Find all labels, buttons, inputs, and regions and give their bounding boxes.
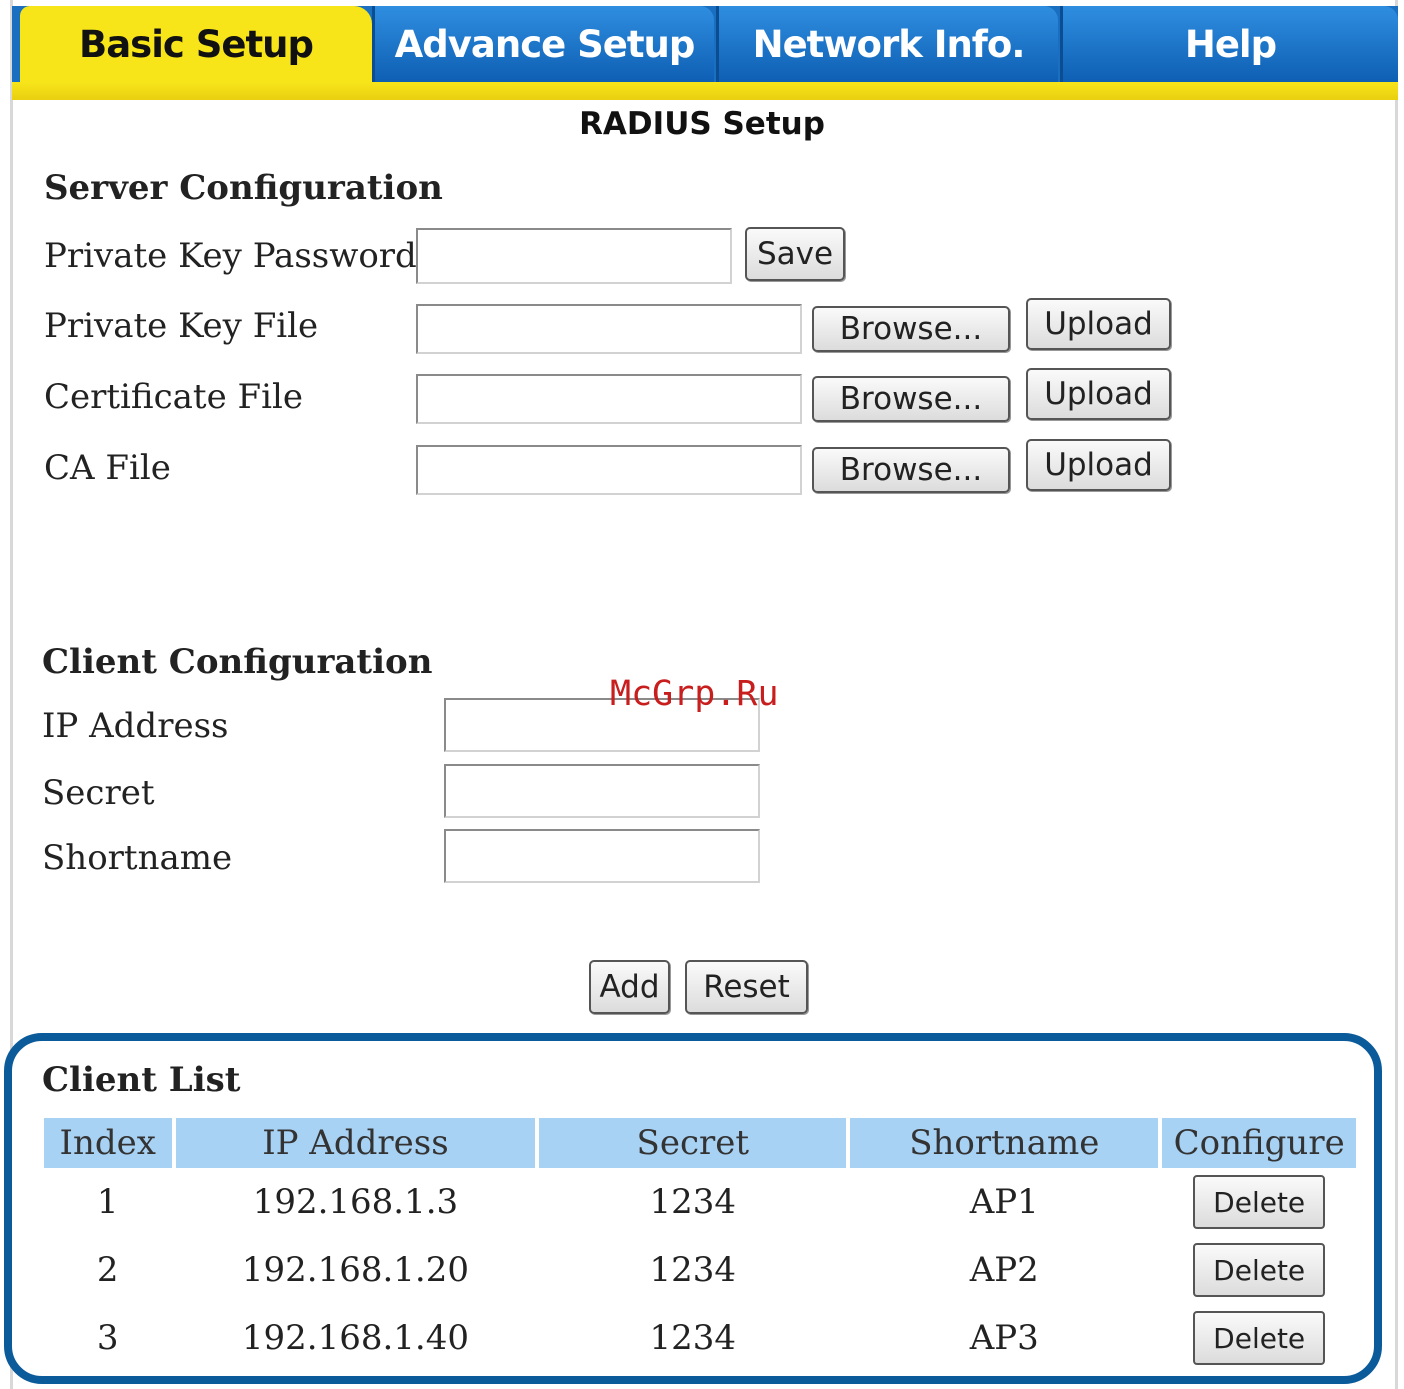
private-key-browse-button[interactable]: Browse... — [812, 306, 1010, 352]
cell-index: 3 — [96, 1318, 119, 1358]
cell-configure: Delete — [1162, 1168, 1356, 1236]
table-row: 1 192.168.1.3 1234 AP1 Delete — [44, 1168, 1356, 1236]
server-config-title: Server Configuration — [44, 168, 443, 208]
cell-secret: 1234 — [649, 1318, 737, 1358]
cell-shortname: AP3 — [969, 1318, 1039, 1358]
certificate-upload-button[interactable]: Upload — [1026, 368, 1171, 420]
client-ip-label: IP Address — [42, 706, 229, 746]
save-button[interactable]: Save — [745, 227, 845, 281]
tab-basic-setup[interactable]: Basic Setup — [20, 6, 372, 82]
add-button[interactable]: Add — [589, 960, 670, 1014]
watermark-text: McGrp.Ru — [610, 674, 779, 714]
cell-ip: 192.168.1.3 — [252, 1182, 459, 1222]
ca-file-label: CA File — [44, 448, 171, 488]
cell-shortname: AP2 — [969, 1250, 1039, 1290]
client-secret-label: Secret — [42, 773, 155, 813]
cell-configure: Delete — [1162, 1304, 1356, 1372]
column-header-shortname: Shortname — [850, 1118, 1159, 1168]
tab-bar: Basic Setup Advance Setup Network Info. … — [12, 6, 1398, 82]
tab-network-info[interactable]: Network Info. — [716, 6, 1058, 82]
cell-shortname: AP1 — [969, 1182, 1039, 1222]
cell-index: 2 — [96, 1250, 119, 1290]
certificate-browse-button[interactable]: Browse... — [812, 376, 1010, 422]
certificate-file-field[interactable] — [416, 374, 802, 424]
table-row: 3 192.168.1.40 1234 AP3 Delete — [44, 1304, 1356, 1372]
tab-help[interactable]: Help — [1060, 6, 1398, 82]
tab-underline — [12, 82, 1398, 100]
client-list-title: Client List — [42, 1060, 241, 1100]
private-key-file-label: Private Key File — [44, 306, 319, 346]
ca-file-field[interactable] — [416, 445, 802, 495]
reset-button[interactable]: Reset — [685, 960, 808, 1014]
certificate-file-label: Certificate File — [44, 377, 303, 417]
delete-button[interactable]: Delete — [1193, 1311, 1326, 1365]
private-key-upload-button[interactable]: Upload — [1026, 298, 1171, 350]
cell-ip: 192.168.1.20 — [241, 1250, 469, 1290]
cell-secret: 1234 — [649, 1250, 737, 1290]
column-header-configure: Configure — [1162, 1118, 1356, 1168]
client-secret-input[interactable] — [444, 764, 760, 818]
private-key-password-input[interactable] — [416, 228, 732, 284]
column-header-ip: IP Address — [175, 1118, 536, 1168]
cell-configure: Delete — [1162, 1236, 1356, 1304]
private-key-file-field[interactable] — [416, 304, 802, 354]
table-header-row: Index IP Address Secret Shortname Config… — [44, 1118, 1356, 1168]
tab-advance-setup[interactable]: Advance Setup — [372, 6, 714, 82]
cell-ip: 192.168.1.40 — [241, 1318, 469, 1358]
page-title: RADIUS Setup — [579, 106, 825, 142]
ca-upload-button[interactable]: Upload — [1026, 439, 1171, 491]
client-shortname-label: Shortname — [42, 838, 233, 878]
ca-browse-button[interactable]: Browse... — [812, 447, 1010, 493]
cell-index: 1 — [96, 1182, 119, 1222]
client-shortname-input[interactable] — [444, 829, 760, 883]
cell-secret: 1234 — [649, 1182, 737, 1222]
column-header-index: Index — [44, 1118, 172, 1168]
client-config-title: Client Configuration — [42, 642, 433, 682]
delete-button[interactable]: Delete — [1193, 1243, 1326, 1297]
delete-button[interactable]: Delete — [1193, 1175, 1326, 1229]
table-row: 2 192.168.1.20 1234 AP2 Delete — [44, 1236, 1356, 1304]
column-header-secret: Secret — [539, 1118, 847, 1168]
client-list-table: Index IP Address Secret Shortname Config… — [40, 1118, 1360, 1372]
private-key-password-label: Private Key Password — [44, 236, 417, 276]
